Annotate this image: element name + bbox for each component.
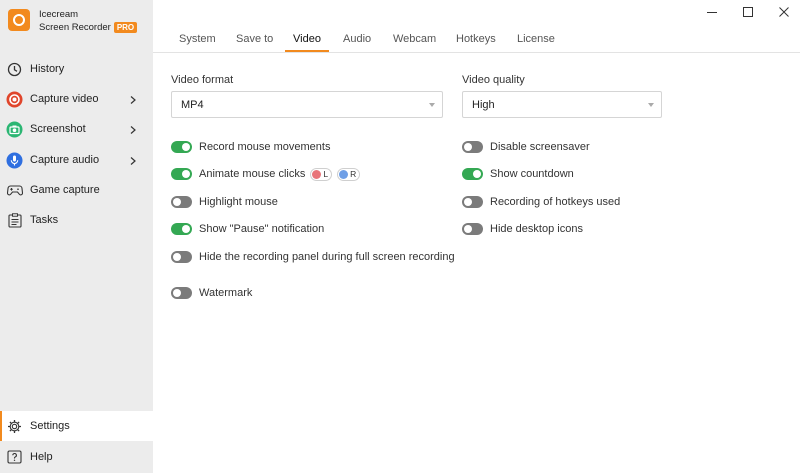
option-label: Highlight mouse bbox=[199, 196, 278, 208]
left-click-color-swatch bbox=[312, 169, 322, 179]
sidebar-item-history[interactable]: History bbox=[0, 54, 153, 84]
option-highlight-mouse: Highlight mouse bbox=[171, 194, 278, 210]
sidebar-item-label: Tasks bbox=[30, 214, 59, 226]
sidebar-item-label: History bbox=[30, 63, 65, 75]
maximize-icon bbox=[743, 7, 753, 17]
app-name: Icecream Screen Recorder PRO bbox=[39, 8, 138, 34]
sidebar-item-help[interactable]: Help bbox=[0, 442, 153, 472]
tab-hotkeys[interactable]: Hotkeys bbox=[456, 33, 496, 45]
option-animate-mouse-clicks: Animate mouse clicks L R bbox=[171, 166, 361, 182]
sidebar-item-label: Help bbox=[30, 451, 53, 463]
chevron-right-icon bbox=[129, 95, 137, 104]
video-quality-value: High bbox=[472, 99, 495, 111]
dropdown-arrow-icon bbox=[429, 103, 435, 107]
left-click-label: L bbox=[323, 169, 329, 179]
close-icon bbox=[779, 7, 789, 17]
sidebar-item-label: Settings bbox=[30, 420, 70, 432]
hide-desktop-icons-toggle[interactable] bbox=[462, 223, 483, 235]
right-click-color-picker[interactable]: R bbox=[337, 167, 361, 181]
video-format-select[interactable]: MP4 bbox=[171, 91, 443, 118]
microphone-icon bbox=[6, 152, 23, 169]
right-click-color-swatch bbox=[339, 169, 349, 179]
sidebar-item-tasks[interactable]: Tasks bbox=[0, 205, 153, 235]
tab-video[interactable]: Video bbox=[293, 33, 321, 45]
app-name-line1: Icecream bbox=[39, 9, 79, 20]
app-logo-icon bbox=[8, 9, 30, 31]
tasks-icon bbox=[6, 212, 23, 229]
tab-system[interactable]: System bbox=[179, 33, 216, 45]
option-show-pause-notification: Show "Pause" notification bbox=[171, 221, 324, 237]
option-label: Watermark bbox=[199, 287, 253, 299]
option-label: Disable screensaver bbox=[490, 141, 590, 153]
close-button[interactable] bbox=[764, 2, 800, 22]
sidebar-item-label: Game capture bbox=[30, 184, 100, 196]
recording-of-hotkeys-toggle[interactable] bbox=[462, 196, 483, 208]
option-hide-desktop-icons: Hide desktop icons bbox=[462, 221, 583, 237]
option-label: Animate mouse clicks bbox=[199, 168, 306, 180]
video-format-label: Video format bbox=[171, 74, 234, 86]
watermark-toggle[interactable] bbox=[171, 287, 192, 299]
tab-webcam[interactable]: Webcam bbox=[393, 33, 436, 45]
option-label: Show "Pause" notification bbox=[199, 223, 325, 235]
highlight-mouse-toggle[interactable] bbox=[171, 196, 192, 208]
video-format-value: MP4 bbox=[181, 99, 204, 111]
tab-audio[interactable]: Audio bbox=[343, 33, 371, 45]
camera-icon bbox=[6, 121, 23, 138]
sidebar-item-settings[interactable]: Settings bbox=[0, 411, 153, 441]
option-label: Hide desktop icons bbox=[490, 223, 583, 235]
animate-mouse-clicks-toggle[interactable] bbox=[171, 168, 192, 180]
active-tab-indicator bbox=[285, 50, 329, 52]
tab-license[interactable]: License bbox=[517, 33, 555, 45]
maximize-button[interactable] bbox=[728, 2, 768, 22]
video-quality-select[interactable]: High bbox=[462, 91, 662, 118]
option-watermark: Watermark bbox=[171, 285, 252, 301]
show-pause-notification-toggle[interactable] bbox=[171, 223, 192, 235]
dropdown-arrow-icon bbox=[648, 103, 654, 107]
option-label: Show countdown bbox=[490, 168, 574, 180]
minimize-button[interactable] bbox=[692, 2, 732, 22]
option-show-countdown: Show countdown bbox=[462, 166, 574, 182]
chevron-right-icon bbox=[129, 156, 137, 165]
sidebar-item-label: Capture audio bbox=[30, 154, 100, 166]
pro-badge: PRO bbox=[113, 22, 138, 33]
gamepad-icon bbox=[6, 182, 23, 199]
record-icon bbox=[6, 91, 23, 108]
show-countdown-toggle[interactable] bbox=[462, 168, 483, 180]
option-recording-of-hotkeys: Recording of hotkeys used bbox=[462, 194, 620, 210]
option-record-mouse-movements: Record mouse movements bbox=[171, 139, 330, 155]
chevron-right-icon bbox=[129, 125, 137, 134]
option-disable-screensaver: Disable screensaver bbox=[462, 139, 590, 155]
record-mouse-movements-toggle[interactable] bbox=[171, 141, 192, 153]
right-click-label: R bbox=[350, 169, 357, 179]
sidebar-item-label: Capture video bbox=[30, 93, 99, 105]
sidebar-item-game-capture[interactable]: Game capture bbox=[0, 175, 153, 205]
app-name-line2: Screen Recorder bbox=[39, 22, 111, 33]
help-icon bbox=[6, 449, 23, 466]
minimize-icon bbox=[707, 12, 717, 13]
option-label: Record mouse movements bbox=[199, 141, 331, 153]
settings-tabs: System Save to Video Audio Webcam Hotkey… bbox=[153, 26, 800, 53]
gear-icon bbox=[6, 418, 23, 435]
sidebar: Icecream Screen Recorder PRO History Capt… bbox=[0, 0, 153, 473]
video-quality-label: Video quality bbox=[462, 74, 525, 86]
sidebar-item-capture-audio[interactable]: Capture audio bbox=[0, 145, 153, 175]
disable-screensaver-toggle[interactable] bbox=[462, 141, 483, 153]
option-hide-recording-panel: Hide the recording panel during full scr… bbox=[171, 249, 455, 265]
hide-recording-panel-toggle[interactable] bbox=[171, 251, 192, 263]
sidebar-item-label: Screenshot bbox=[30, 123, 86, 135]
option-label: Hide the recording panel during full scr… bbox=[199, 251, 455, 263]
left-click-color-picker[interactable]: L bbox=[310, 167, 333, 181]
clock-icon bbox=[6, 61, 23, 78]
sidebar-item-capture-video[interactable]: Capture video bbox=[0, 84, 153, 114]
option-label: Recording of hotkeys used bbox=[490, 196, 621, 208]
tab-save-to[interactable]: Save to bbox=[236, 33, 273, 45]
sidebar-item-screenshot[interactable]: Screenshot bbox=[0, 114, 153, 144]
